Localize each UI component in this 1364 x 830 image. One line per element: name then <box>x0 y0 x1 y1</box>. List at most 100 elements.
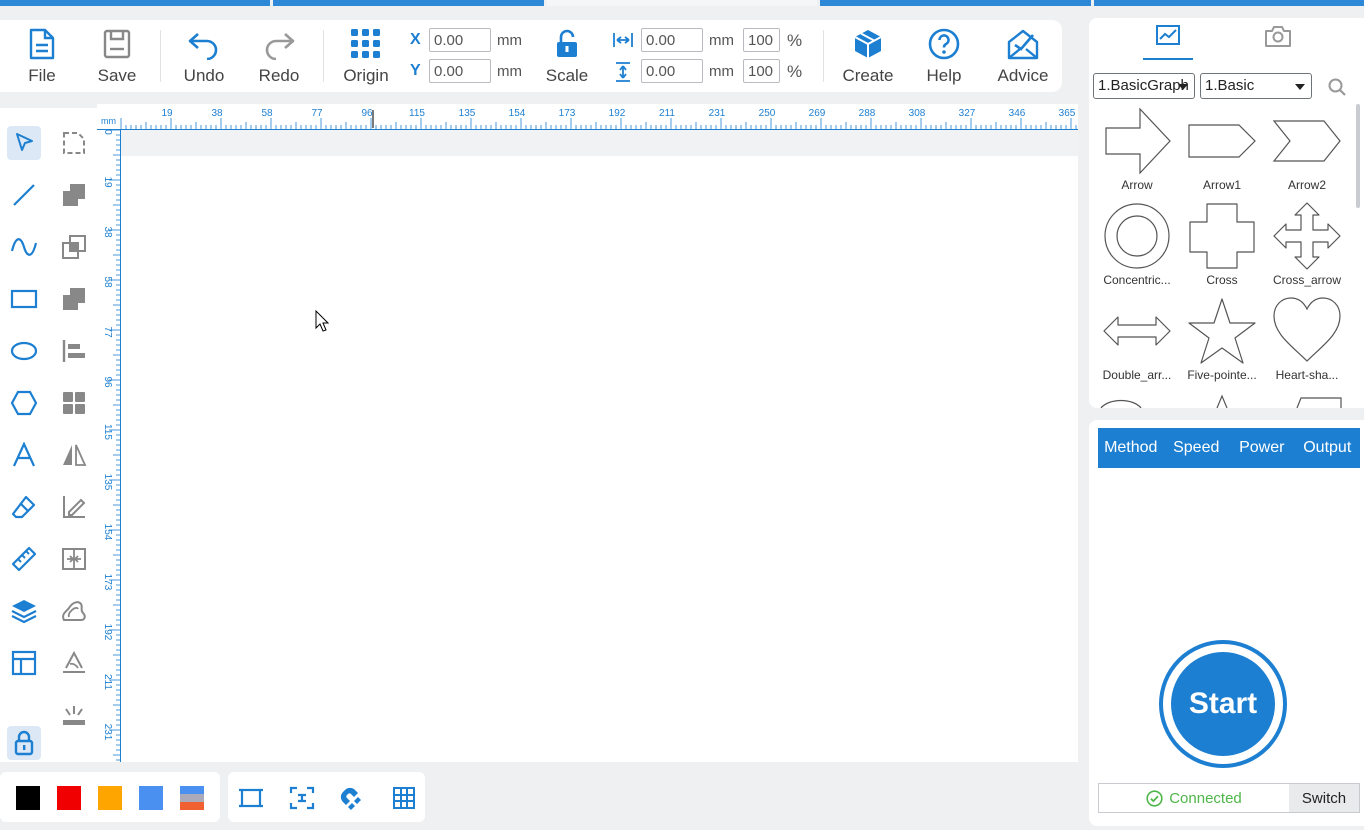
path-tool[interactable] <box>57 646 91 680</box>
array-tool[interactable] <box>57 386 91 420</box>
library-scrollbar[interactable] <box>1356 104 1360 208</box>
eraser-tool[interactable] <box>7 490 41 524</box>
save-icon <box>103 29 131 59</box>
tab-camera[interactable] <box>1253 24 1303 64</box>
laser-tool[interactable] <box>57 698 91 732</box>
process-panel: Method Speed Power Output Start Connecte… <box>1089 420 1364 826</box>
file-button[interactable]: File <box>7 26 77 88</box>
advice-button[interactable]: Advice <box>988 26 1058 88</box>
fit-canvas-button[interactable] <box>237 784 265 812</box>
color-swatch-red[interactable] <box>57 786 81 810</box>
shape-concentric[interactable]: Concentric... <box>1094 201 1180 293</box>
ruler-left-tick-label: 192 <box>102 624 113 641</box>
shape-arrow[interactable]: Arrow <box>1094 106 1180 198</box>
origin-label: Origin <box>343 66 389 85</box>
subtract-tool[interactable] <box>57 282 91 316</box>
split-tool[interactable] <box>57 542 91 576</box>
mirror-tool[interactable] <box>57 438 91 472</box>
ruler-top-tick-label: 250 <box>759 108 776 119</box>
focus-selection-button[interactable] <box>288 784 316 812</box>
outline-tool[interactable] <box>57 594 91 628</box>
save-button[interactable]: Save <box>82 26 152 88</box>
shape-arrow2[interactable]: Arrow2 <box>1264 106 1350 198</box>
color-swatch-image[interactable] <box>180 786 204 810</box>
y-position-input[interactable] <box>429 59 491 83</box>
layers-tool[interactable] <box>7 594 41 628</box>
color-swatch-black[interactable] <box>16 786 40 810</box>
shape-five-pointed-star[interactable]: Five-pointe... <box>1179 296 1265 388</box>
union-tool[interactable] <box>57 178 91 212</box>
toolbar-divider <box>323 30 324 82</box>
double-arrow-shape-icon <box>1103 316 1171 346</box>
combine-tool[interactable] <box>57 230 91 264</box>
undo-button[interactable]: Undo <box>169 26 239 88</box>
ruler-tool[interactable] <box>7 542 41 576</box>
rectangle-tool[interactable] <box>7 282 41 316</box>
rectangle-icon <box>10 289 38 309</box>
shape-cross-arrow[interactable]: Cross_arrow <box>1264 201 1350 293</box>
shape-arrow1[interactable]: Arrow1 <box>1179 106 1265 198</box>
shape-double-arrow[interactable]: Double_arr... <box>1094 296 1180 388</box>
x-position-input[interactable] <box>429 28 491 52</box>
unlock-icon <box>557 29 577 57</box>
undo-icon <box>188 33 218 60</box>
help-button[interactable]: Help <box>909 26 979 88</box>
origin-grid-icon <box>351 29 380 58</box>
tab-output[interactable]: Output <box>1295 428 1361 468</box>
ruler-left-tick-label: 115 <box>102 424 113 440</box>
chart-line-icon <box>1156 25 1180 45</box>
left-toolbox <box>0 108 97 762</box>
scale-label: Scale <box>545 66 589 85</box>
lock-icon <box>14 730 34 756</box>
ruler-left-tick-label: 58 <box>102 276 113 288</box>
scale-lock-button[interactable]: Scale <box>532 26 602 88</box>
ruler-left-tick-label: 38 <box>102 226 113 238</box>
text-tool[interactable] <box>7 438 41 472</box>
shape-heart[interactable]: Heart-sha... <box>1264 296 1350 388</box>
start-button[interactable]: Start <box>1171 652 1275 756</box>
hexagon-icon <box>10 390 38 416</box>
subcategory-select[interactable]: 1.Basic <box>1200 73 1312 99</box>
ruler-top-tick-label: 192 <box>609 108 626 119</box>
ellipse-tool[interactable] <box>7 334 41 368</box>
shape-name: Arrow2 <box>1287 178 1326 192</box>
shape-name: Arrow <box>1121 178 1153 192</box>
category-select-value: 1.BasicGraph <box>1098 77 1189 94</box>
origin-button[interactable]: Origin <box>331 26 401 88</box>
shape-cross[interactable]: Cross <box>1179 201 1265 293</box>
line-tool[interactable] <box>7 178 41 212</box>
create-button[interactable]: Create <box>833 26 903 88</box>
drawing-area[interactable] <box>121 156 1078 762</box>
width-percent-input[interactable] <box>743 28 780 52</box>
width-input[interactable] <box>641 28 703 52</box>
tab-graphics[interactable] <box>1143 24 1193 60</box>
polygon-tool[interactable] <box>7 386 41 420</box>
height-input[interactable] <box>641 59 703 83</box>
height-percent-input[interactable] <box>743 59 780 83</box>
color-swatch-orange[interactable] <box>98 786 122 810</box>
tab-method[interactable]: Method <box>1098 428 1164 468</box>
search-icon[interactable] <box>1328 78 1346 96</box>
switch-button[interactable]: Switch <box>1289 784 1359 812</box>
tab-power[interactable]: Power <box>1229 428 1295 468</box>
measure-angle-tool[interactable] <box>57 490 91 524</box>
layers-icon <box>11 600 37 624</box>
color-swatch-blue[interactable] <box>139 786 163 810</box>
start-button-ring: Start <box>1159 640 1287 768</box>
category-select[interactable]: 1.BasicGraph <box>1093 73 1195 99</box>
union-icon <box>63 184 85 206</box>
node-edit-tool[interactable] <box>57 126 91 160</box>
grid-toggle-button[interactable] <box>390 784 418 812</box>
table-tool[interactable] <box>7 646 41 680</box>
select-tool[interactable] <box>7 126 41 160</box>
curve-tool[interactable] <box>7 230 41 264</box>
ruler-top-tick-label: 115 <box>409 108 425 119</box>
snap-magnet-button[interactable] <box>339 784 367 812</box>
ruler-top-tick-label: 154 <box>509 108 526 119</box>
redo-button[interactable]: Redo <box>244 26 314 88</box>
tab-speed[interactable]: Speed <box>1164 428 1230 468</box>
advice-label: Advice <box>997 66 1049 85</box>
ruler-left: 0 19 38 58 77 96 115 135 154 173 192 211 231 <box>97 130 121 762</box>
lock-tool[interactable] <box>7 726 41 760</box>
align-tool[interactable] <box>57 334 91 368</box>
